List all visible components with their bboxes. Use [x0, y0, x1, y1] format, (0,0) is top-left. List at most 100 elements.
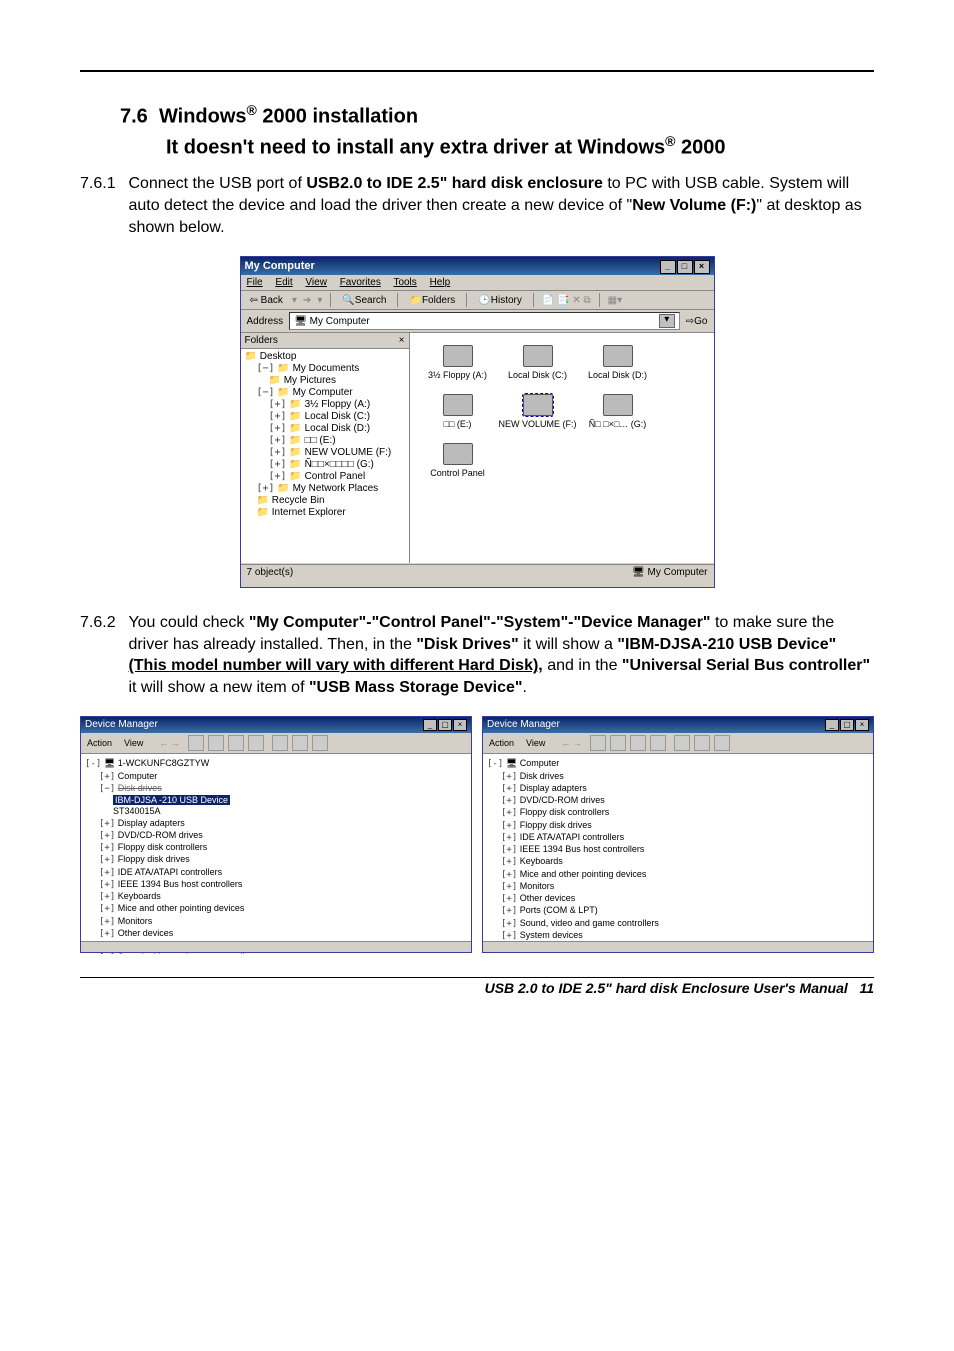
tree-item[interactable]: [+] DVD/CD-ROM drives	[487, 795, 869, 807]
tree-item[interactable]: [+] Other devices	[85, 928, 467, 940]
back-button[interactable]: ⇦ Back	[247, 294, 286, 307]
tree-item[interactable]: [+] 📁 Control Panel	[245, 471, 409, 483]
tree-item[interactable]: [+] Display adapters	[85, 818, 467, 830]
tree-item[interactable]: [+] 📁 My Network Places	[245, 483, 409, 495]
folder-tree[interactable]: 📁 Desktop[−] 📁 My Documents📁 My Pictures…	[245, 351, 409, 519]
tree-item[interactable]: [+] Keyboards	[85, 891, 467, 903]
tree-item[interactable]: [+] IEEE 1394 Bus host controllers	[85, 879, 467, 891]
toolbar-icon[interactable]	[272, 735, 288, 751]
tree-item[interactable]: [+] Floppy disk controllers	[487, 807, 869, 819]
toolbar-icon[interactable]	[694, 735, 710, 751]
menu-edit[interactable]: Edit	[275, 277, 292, 288]
tree-item[interactable]: [+] 📁 3½ Floppy (A:)	[245, 399, 409, 411]
tree-item[interactable]: [+] DVD/CD-ROM drives	[85, 830, 467, 842]
menu-view[interactable]: View	[305, 277, 327, 288]
tree-root[interactable]: [-] 🖥 1-WCKUNFC8GZTYW	[85, 758, 467, 770]
device-tree[interactable]: [-] 🖥 1-WCKUNFC8GZTYW[+] Computer[−] Dis…	[81, 754, 471, 954]
tree-item[interactable]: IBM-DJSA -210 USB Device	[85, 795, 467, 806]
tree-item[interactable]: [+] Sound, video and game controllers	[85, 952, 467, 954]
tree-item[interactable]: [+] Floppy disk drives	[85, 854, 467, 866]
maximize-button[interactable]: ▢	[438, 719, 452, 731]
tree-item[interactable]: [−] 📁 My Computer	[245, 387, 409, 399]
device-tree[interactable]: [-] 🖥 Computer[+] Disk drives[+] Display…	[483, 754, 873, 954]
toolbar-icon[interactable]	[292, 735, 308, 751]
tree-item[interactable]: 📁 Recycle Bin	[245, 495, 409, 507]
drive-icon[interactable]: Control Panel	[418, 443, 498, 478]
tree-item[interactable]: [+] Ports (COM & LPT)	[487, 905, 869, 917]
toolbar-icon[interactable]	[188, 735, 204, 751]
tree-item[interactable]: [+] 📁 NEW VOLUME (F:)	[245, 447, 409, 459]
toolbar-icon[interactable]	[650, 735, 666, 751]
tree-item[interactable]: [+] Mice and other pointing devices	[487, 869, 869, 881]
tree-item[interactable]: [+] 📁 Ñ□□×□□□□ (G:)	[245, 459, 409, 471]
titlebar[interactable]: My Computer _□×	[241, 257, 714, 275]
drive-icon[interactable]: Local Disk (D:)	[578, 345, 658, 380]
tree-item[interactable]: [+] 📁 Local Disk (D:)	[245, 423, 409, 435]
toolbar-icon[interactable]	[312, 735, 328, 751]
search-button[interactable]: 🔍Search	[339, 294, 389, 307]
toolbar-icon[interactable]	[714, 735, 730, 751]
drive-icon[interactable]: 3½ Floppy (A:)	[418, 345, 498, 380]
toolbar-icon[interactable]	[630, 735, 646, 751]
tree-item[interactable]: [+] Monitors	[487, 881, 869, 893]
drive-icon[interactable]: NEW VOLUME (F:)	[498, 394, 578, 429]
tree-item[interactable]: [+] IEEE 1394 Bus host controllers	[487, 844, 869, 856]
tree-item[interactable]: ST340015A	[85, 806, 467, 817]
tree-item[interactable]: [+] Mice and other pointing devices	[85, 903, 467, 915]
tree-item[interactable]: [+] Disk drives	[487, 771, 869, 783]
folders-button[interactable]: 📁Folders	[406, 294, 458, 307]
go-button[interactable]: ⇨Go	[686, 316, 708, 327]
toolbar-icon[interactable]	[590, 735, 606, 751]
toolbar-icon[interactable]	[228, 735, 244, 751]
drive-icon[interactable]: □□ (E:)	[418, 394, 498, 429]
tree-item[interactable]: [+] Floppy disk controllers	[85, 842, 467, 854]
titlebar[interactable]: Device Manager _▢×	[81, 717, 471, 733]
tree-item[interactable]: [+] Display adapters	[487, 783, 869, 795]
tree-root[interactable]: [-] 🖥 Computer	[487, 758, 869, 770]
menu-help[interactable]: Help	[430, 277, 451, 288]
tree-item[interactable]: 📁 Internet Explorer	[245, 507, 409, 519]
menu-file[interactable]: File	[247, 277, 263, 288]
tree-item[interactable]: [+] IDE ATA/ATAPI controllers	[85, 867, 467, 879]
tree-item[interactable]: [+] 📁 □□ (E:)	[245, 435, 409, 447]
minimize-button[interactable]: _	[825, 719, 839, 731]
tree-item[interactable]: [+] IDE ATA/ATAPI controllers	[487, 832, 869, 844]
menu-view[interactable]: View	[526, 738, 545, 748]
tree-item[interactable]: [+] System devices	[487, 930, 869, 942]
minimize-button[interactable]: _	[660, 260, 676, 274]
tree-item[interactable]: [+] Sound, video and game controllers	[487, 918, 869, 930]
drive-icon[interactable]: Local Disk (C:)	[498, 345, 578, 380]
tree-item[interactable]: 📁 Desktop	[245, 351, 409, 363]
drive-icon[interactable]: Ñ□ □×□… (G:)	[578, 394, 658, 429]
maximize-button[interactable]: □	[677, 260, 693, 274]
menu-tools[interactable]: Tools	[393, 277, 416, 288]
drive-icons[interactable]: 3½ Floppy (A:)Local Disk (C:)Local Disk …	[410, 333, 714, 563]
tree-item[interactable]: [−] Disk drives	[85, 783, 467, 795]
close-folders-icon[interactable]: ×	[399, 335, 405, 346]
toolbar-icon[interactable]	[248, 735, 264, 751]
toolbar-icon[interactable]	[208, 735, 224, 751]
tree-item[interactable]: [−] 📁 My Documents	[245, 363, 409, 375]
close-button[interactable]: ×	[694, 260, 710, 274]
tree-item[interactable]: [+] 📁 Local Disk (C:)	[245, 411, 409, 423]
maximize-button[interactable]: ▢	[840, 719, 854, 731]
menu-action[interactable]: Action	[87, 738, 112, 748]
close-button[interactable]: ×	[855, 719, 869, 731]
toolbar-icon[interactable]	[674, 735, 690, 751]
menu-action[interactable]: Action	[489, 738, 514, 748]
minimize-button[interactable]: _	[423, 719, 437, 731]
menu-favorites[interactable]: Favorites	[340, 277, 381, 288]
tree-item[interactable]: [+] Floppy disk drives	[487, 820, 869, 832]
tree-item[interactable]: [+] Keyboards	[487, 856, 869, 868]
tree-item[interactable]: 📁 My Pictures	[245, 375, 409, 387]
toolbar-icon[interactable]	[610, 735, 626, 751]
tree-item[interactable]: [+] Other devices	[487, 893, 869, 905]
tree-item[interactable]: [+] Computer	[85, 771, 467, 783]
menu-view[interactable]: View	[124, 738, 143, 748]
close-button[interactable]: ×	[453, 719, 467, 731]
address-input[interactable]: 🖥 My Computer ▾	[289, 312, 680, 330]
address-dropdown[interactable]: ▾	[659, 314, 675, 328]
tree-item[interactable]: [+] Monitors	[85, 916, 467, 928]
history-button[interactable]: 🕒History	[475, 294, 525, 307]
titlebar[interactable]: Device Manager _▢×	[483, 717, 873, 733]
